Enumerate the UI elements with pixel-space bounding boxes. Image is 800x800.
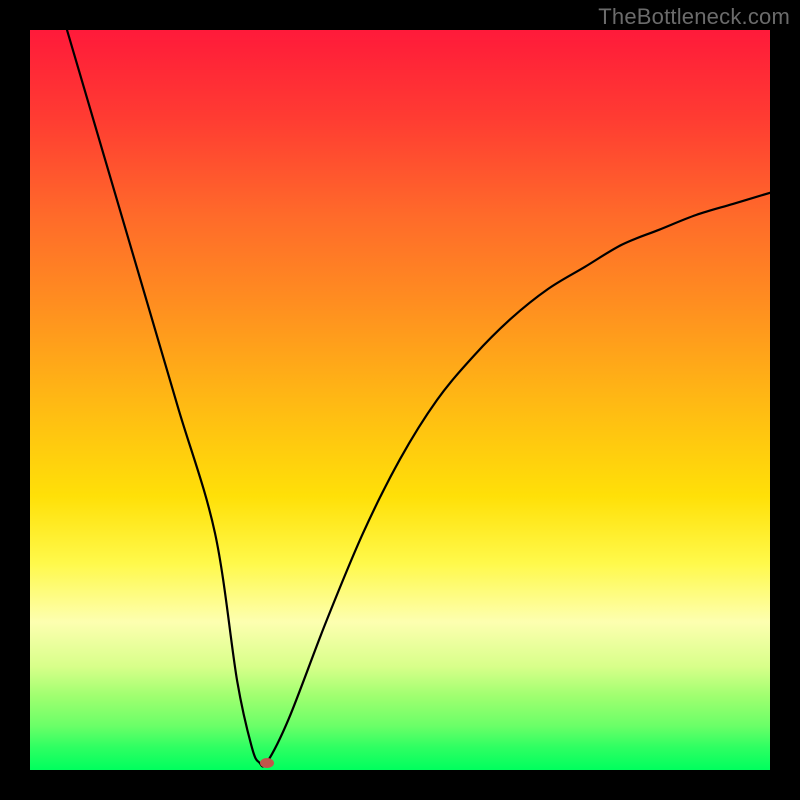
curve-svg xyxy=(30,30,770,770)
watermark-text: TheBottleneck.com xyxy=(598,4,790,30)
chart-frame: TheBottleneck.com xyxy=(0,0,800,800)
plot-area xyxy=(30,30,770,770)
bottleneck-curve xyxy=(67,30,770,767)
optimal-marker xyxy=(260,758,274,768)
